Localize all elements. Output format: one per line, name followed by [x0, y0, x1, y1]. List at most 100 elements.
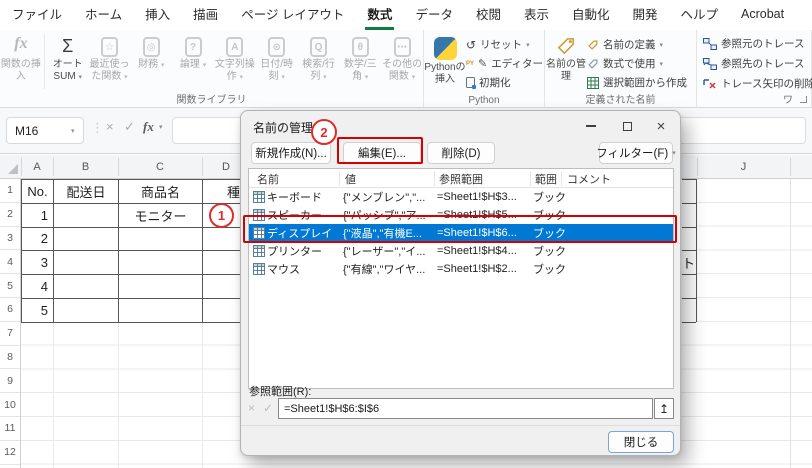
- cell-b5[interactable]: [54, 275, 119, 299]
- chevron-down-icon: ▾: [672, 149, 676, 157]
- python-editor-button[interactable]: PY✎ エディター: [466, 56, 543, 71]
- minimize-button[interactable]: [579, 115, 603, 137]
- row-header[interactable]: 9: [0, 369, 20, 393]
- col-name[interactable]: 名前: [257, 171, 279, 187]
- cell-c3[interactable]: [119, 228, 203, 252]
- trace-precedents-button[interactable]: 参照元のトレース: [703, 36, 812, 51]
- highlight-edit-button: [337, 137, 423, 164]
- refers-to-input[interactable]: [278, 398, 653, 419]
- cell-a5[interactable]: 4: [22, 275, 54, 299]
- python-logo-icon: [434, 37, 457, 60]
- row-header[interactable]: 2: [0, 203, 20, 227]
- tab-review[interactable]: 校閲: [474, 0, 503, 30]
- tab-formulas[interactable]: 数式: [365, 0, 394, 30]
- tab-developer[interactable]: 開発: [631, 0, 660, 30]
- col-comment[interactable]: コメント: [567, 171, 611, 187]
- group-defined-names: 名前の管理 名前の定義 ▾ 数式で使用 ▾ 選択範囲から作成 定義された: [545, 30, 697, 107]
- row-header[interactable]: 6: [0, 298, 20, 322]
- close-dialog-button[interactable]: 閉じる: [608, 431, 674, 453]
- python-reset-button[interactable]: ↺ リセット ▾: [466, 37, 543, 52]
- delete-name-button[interactable]: 削除(D): [427, 142, 495, 164]
- name-box-input[interactable]: [15, 124, 69, 138]
- tab-file[interactable]: ファイル: [10, 0, 64, 30]
- trace-dependents-button[interactable]: 参照先のトレース: [703, 56, 812, 71]
- collapse-dialog-button[interactable]: ↥: [654, 398, 674, 419]
- cell-d6[interactable]: [203, 299, 241, 323]
- name-row-keyboard[interactable]: キーボード {"メンブレン","... =Sheet1!$H$3... ブック: [249, 188, 673, 206]
- tab-home[interactable]: ホーム: [83, 0, 124, 30]
- create-from-selection-button[interactable]: 選択範囲から作成: [587, 75, 687, 90]
- row-header[interactable]: 7: [0, 322, 20, 346]
- cell-a4[interactable]: 3: [22, 251, 54, 275]
- cell-d5[interactable]: [203, 275, 241, 299]
- cell-c1[interactable]: 商品名: [119, 180, 203, 204]
- cell-a6[interactable]: 5: [22, 299, 54, 323]
- cell-b2[interactable]: [54, 204, 119, 228]
- tab-draw[interactable]: 描画: [191, 0, 220, 30]
- col-value[interactable]: 値: [345, 171, 356, 187]
- row-header[interactable]: 5: [0, 274, 20, 298]
- tab-page-layout[interactable]: ページ レイアウト: [239, 0, 346, 30]
- cell-c5[interactable]: [119, 275, 203, 299]
- trace-dependents-icon: [703, 58, 717, 70]
- cell-c4[interactable]: [119, 251, 203, 275]
- column-header-b[interactable]: B: [53, 155, 118, 179]
- select-all-corner[interactable]: [8, 164, 18, 174]
- row-header[interactable]: 3: [0, 227, 20, 251]
- cell-d3[interactable]: [203, 228, 241, 252]
- cell-b3[interactable]: [54, 228, 119, 252]
- chevron-down-icon: ▾: [365, 74, 369, 81]
- new-name-button[interactable]: 新規作成(N)...: [251, 142, 331, 164]
- col-scope[interactable]: 範囲: [535, 171, 557, 187]
- row-header[interactable]: 10: [0, 393, 20, 417]
- cell-d1[interactable]: 種: [203, 180, 241, 204]
- chevron-down-icon[interactable]: ▾: [71, 127, 75, 135]
- name-row-printer[interactable]: プリンター {"レーザー","イ... =Sheet1!$H$4... ブック: [249, 242, 673, 260]
- tab-acrobat[interactable]: Acrobat: [739, 0, 786, 30]
- dialog-launcher-icon[interactable]: [800, 96, 807, 103]
- confirm-entry-icon[interactable]: ✓: [124, 119, 135, 135]
- cell-d4[interactable]: [203, 251, 241, 275]
- col-refers-to[interactable]: 参照範囲: [439, 171, 483, 187]
- tab-data[interactable]: データ: [413, 0, 455, 30]
- filter-button[interactable]: フィルター(F) ▾: [599, 142, 673, 164]
- close-button[interactable]: ×: [649, 115, 673, 137]
- cell-a3[interactable]: 2: [22, 228, 54, 252]
- name-row-mouse[interactable]: マウス {"有線","ワイヤ... =Sheet1!$H$2... ブック: [249, 260, 673, 278]
- tab-automate[interactable]: 自動化: [570, 0, 612, 30]
- cell-a1[interactable]: No.: [22, 180, 54, 204]
- row-header[interactable]: 12: [0, 441, 20, 465]
- column-header-a[interactable]: A: [21, 155, 53, 179]
- cell-a2[interactable]: 1: [22, 204, 54, 228]
- group-label-defined-names: 定義された名前: [545, 91, 696, 106]
- column-header-j[interactable]: J: [697, 155, 790, 179]
- column-header-c[interactable]: C: [118, 155, 202, 179]
- row-header[interactable]: 4: [0, 250, 20, 274]
- row-header[interactable]: 1: [0, 179, 20, 203]
- remove-arrows-button[interactable]: トレース矢印の削除: [703, 76, 812, 91]
- tab-view[interactable]: 表示: [522, 0, 551, 30]
- cancel-entry-icon[interactable]: ×: [106, 119, 114, 134]
- chevron-down-icon: ▾: [412, 74, 416, 81]
- cell-b1[interactable]: 配送日: [54, 180, 119, 204]
- chevron-down-icon: ▾: [526, 41, 530, 49]
- gridline-j-right: [790, 179, 791, 468]
- cell-b4[interactable]: [54, 251, 119, 275]
- row-header[interactable]: 11: [0, 417, 20, 441]
- cell-b6[interactable]: [54, 299, 119, 323]
- python-init-button[interactable]: 初期化: [466, 75, 543, 90]
- cell-c6[interactable]: [119, 299, 203, 323]
- define-name-button[interactable]: 名前の定義 ▾: [587, 37, 687, 52]
- sigma-icon: Σ: [62, 35, 73, 57]
- cell-c2[interactable]: モニター: [119, 204, 203, 228]
- use-in-formula-button[interactable]: 数式で使用 ▾: [587, 56, 687, 71]
- chevron-down-icon[interactable]: ▾: [159, 123, 163, 131]
- text-functions-icon: A: [226, 37, 243, 57]
- row-header[interactable]: 8: [0, 346, 20, 370]
- name-box[interactable]: ▾: [6, 117, 84, 144]
- tab-insert[interactable]: 挿入: [143, 0, 172, 30]
- cell-i4-clipped[interactable]: ト: [682, 251, 696, 275]
- maximize-button[interactable]: [615, 115, 639, 137]
- insert-function-icon[interactable]: fx: [143, 119, 154, 135]
- tab-help[interactable]: ヘルプ: [679, 0, 721, 30]
